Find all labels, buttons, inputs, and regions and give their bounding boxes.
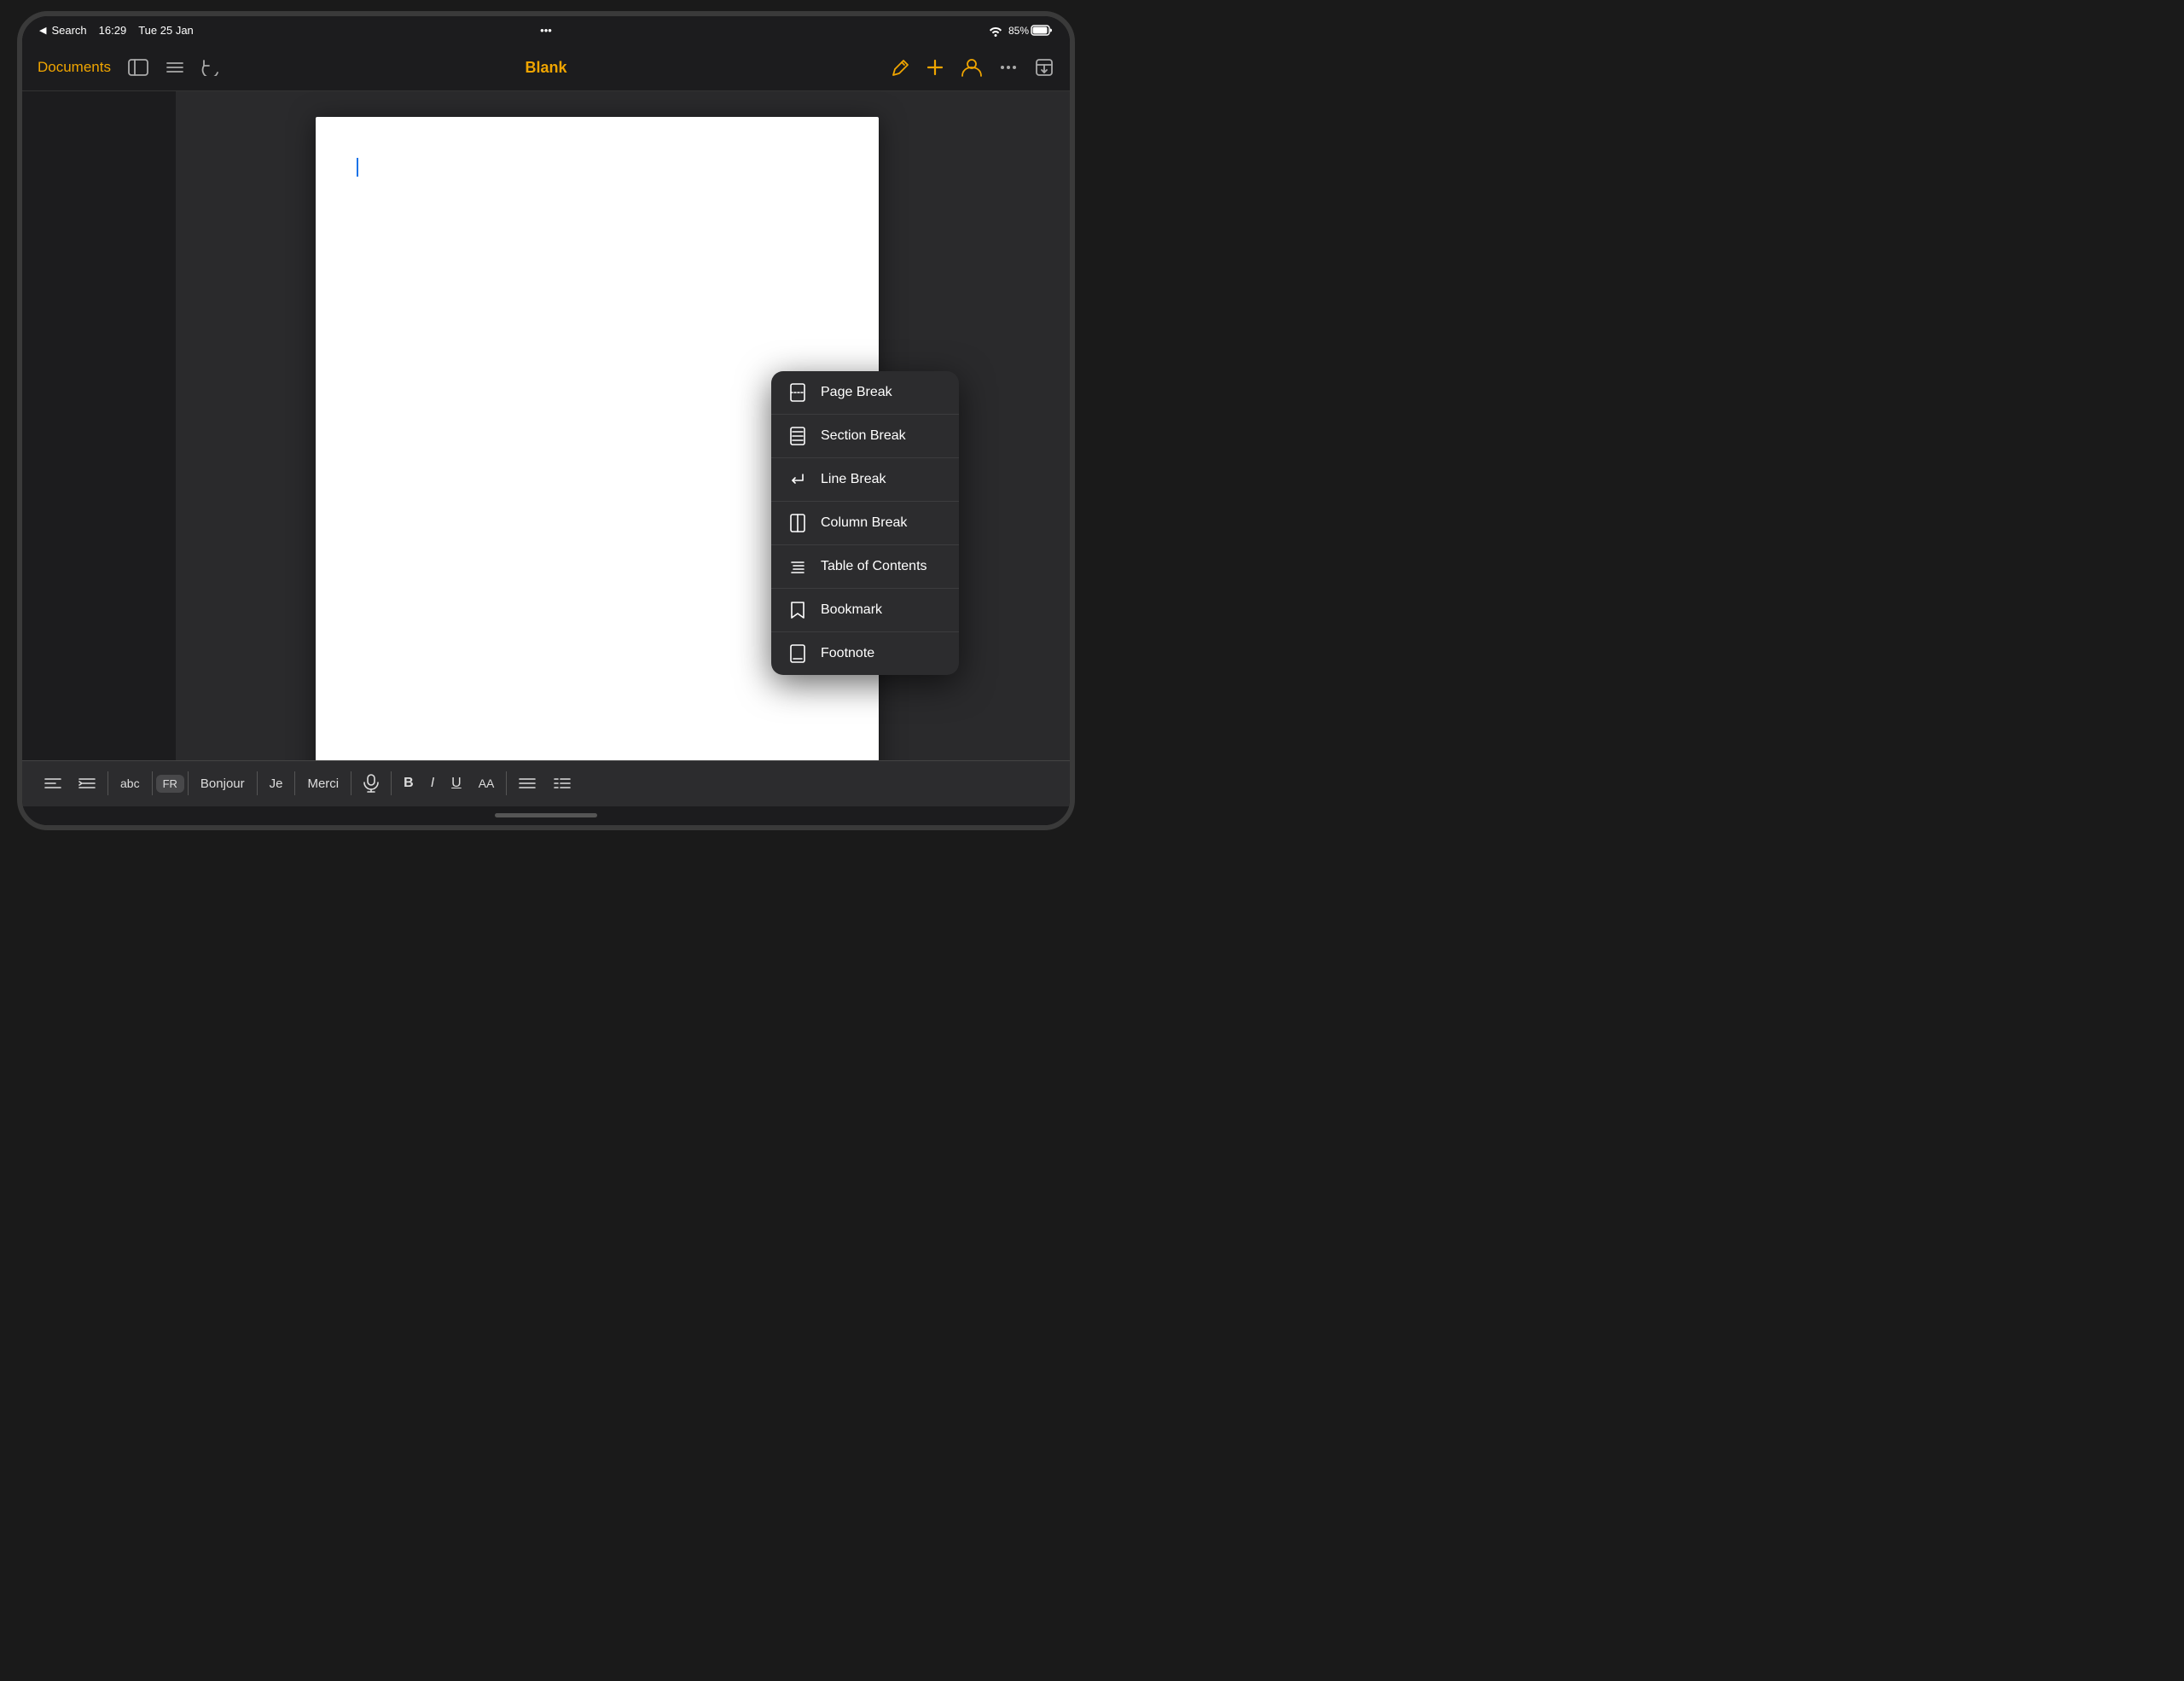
kb-suggestion-merci[interactable]: Merci (299, 771, 347, 796)
kb-bold-button[interactable]: B (395, 771, 422, 796)
doc-title[interactable]: Blank (525, 59, 566, 77)
menu-item-page-break[interactable]: Page Break (771, 371, 959, 415)
bookmark-icon (788, 601, 807, 619)
kb-indent-icon[interactable] (70, 771, 104, 795)
kb-para-align-icon[interactable] (510, 771, 544, 795)
text-cursor (357, 158, 358, 177)
page-break-icon (788, 383, 807, 402)
export-icon[interactable] (1034, 57, 1054, 78)
kb-sep-1 (107, 771, 108, 795)
kb-abc-label[interactable]: abc (112, 771, 148, 795)
kb-italic-button[interactable]: I (422, 771, 443, 796)
wifi-icon (988, 25, 1003, 37)
status-right: 85% (988, 25, 1053, 37)
menu-item-bookmark[interactable]: Bookmark (771, 589, 959, 632)
menu-item-section-break-label: Section Break (821, 428, 906, 444)
kb-sep-8 (506, 771, 507, 795)
kb-mic-icon[interactable] (355, 769, 387, 798)
menu-item-table-of-contents[interactable]: Table of Contents (771, 545, 959, 589)
overflow-icon[interactable] (998, 57, 1019, 78)
toolbar-right (889, 57, 1054, 78)
status-time: 16:29 (99, 24, 127, 37)
kb-list-format-icon[interactable] (544, 771, 580, 796)
left-sidebar (22, 91, 176, 760)
kb-sep-2 (152, 771, 153, 795)
menu-item-page-break-label: Page Break (821, 385, 892, 400)
kb-align-left-icon[interactable] (36, 771, 70, 795)
line-break-icon (788, 470, 807, 489)
insert-dropdown-menu: Page Break Section Break (771, 371, 959, 675)
home-indicator (495, 813, 597, 817)
battery-icon: 85% (1008, 25, 1053, 37)
kb-suggestion-je[interactable]: Je (261, 771, 292, 796)
kb-aa-button[interactable]: AA (470, 771, 503, 795)
kb-sep-7 (391, 771, 392, 795)
kb-sep-3 (188, 771, 189, 795)
status-left: ◀ Search 16:29 Tue 25 Jan (39, 24, 194, 37)
list-icon[interactable] (166, 60, 184, 75)
status-date: Tue 25 Jan (138, 24, 194, 37)
kb-underline-button[interactable]: U (443, 771, 470, 796)
menu-item-footnote-label: Footnote (821, 646, 874, 661)
keyboard-bar: abc FR Bonjour Je Merci B I U AA (22, 760, 1070, 806)
status-three-dots: ••• (540, 24, 552, 37)
doc-area[interactable]: Page Break Section Break (176, 91, 1019, 760)
menu-item-column-break-label: Column Break (821, 515, 907, 531)
menu-item-toc-label: Table of Contents (821, 559, 927, 574)
menu-item-column-break[interactable]: Column Break (771, 502, 959, 545)
menu-item-line-break[interactable]: Line Break (771, 458, 959, 502)
add-icon[interactable] (925, 57, 945, 78)
back-arrow-icon: ◀ (39, 25, 46, 36)
status-bar: ◀ Search 16:29 Tue 25 Jan ••• 85% (22, 16, 1070, 45)
documents-button[interactable]: Documents (38, 59, 111, 76)
main-area: Page Break Section Break (22, 91, 1070, 760)
home-bar (22, 806, 1070, 825)
toc-icon (788, 557, 807, 576)
section-break-icon (788, 427, 807, 445)
user-icon[interactable] (961, 57, 983, 78)
kb-sep-4 (257, 771, 258, 795)
menu-item-line-break-label: Line Break (821, 472, 886, 487)
toolbar: Documents (22, 45, 1070, 91)
footnote-icon (788, 644, 807, 663)
menu-item-section-break[interactable]: Section Break (771, 415, 959, 458)
marker-icon[interactable] (889, 57, 909, 78)
sidebar-toggle-icon[interactable] (128, 59, 148, 76)
kb-fr-tag[interactable]: FR (156, 775, 184, 793)
kb-sep-5 (294, 771, 295, 795)
kb-suggestion-bonjour[interactable]: Bonjour (192, 771, 253, 796)
status-back-label[interactable]: Search (51, 24, 86, 37)
right-sidebar (1019, 91, 1070, 760)
menu-item-footnote[interactable]: Footnote (771, 632, 959, 675)
toolbar-left: Documents (38, 59, 220, 76)
menu-item-bookmark-label: Bookmark (821, 602, 882, 618)
column-break-icon (788, 514, 807, 532)
ipad-device: ◀ Search 16:29 Tue 25 Jan ••• 85% (17, 11, 1075, 830)
undo-icon[interactable] (201, 59, 220, 76)
